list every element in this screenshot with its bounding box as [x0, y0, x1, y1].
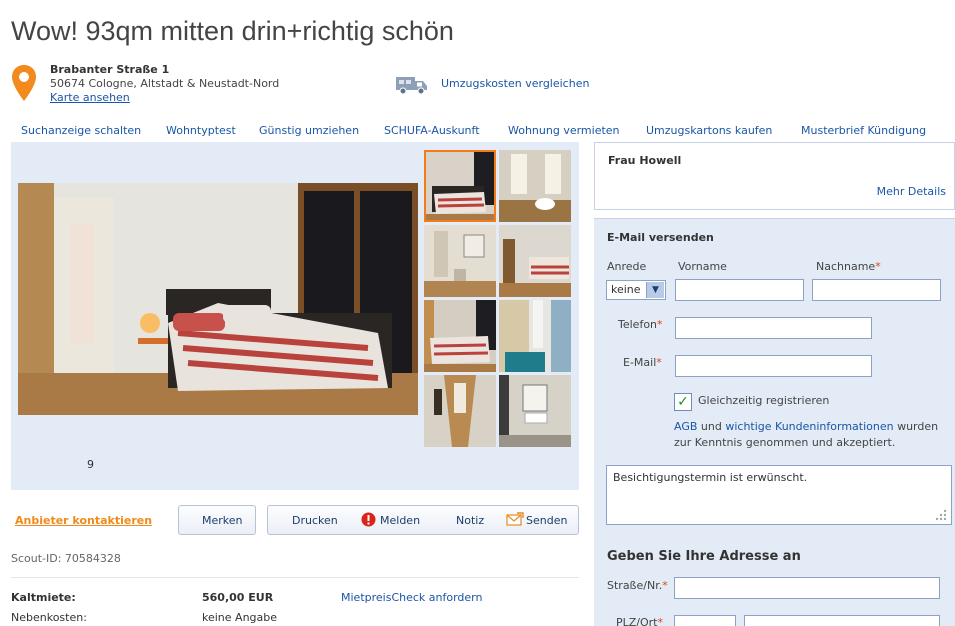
email-input[interactable]	[675, 355, 872, 377]
warning-icon	[361, 512, 376, 527]
thumbnail-3[interactable]	[424, 225, 496, 297]
contact-landlord-link[interactable]: Anbieter kontaktieren	[15, 514, 152, 527]
vorname-label: Vorname	[678, 260, 727, 273]
send-mail-icon	[506, 512, 524, 526]
chevron-down-icon: ▼	[646, 282, 664, 298]
thumbnail-1[interactable]	[424, 150, 496, 222]
terms-text-2: zur Kenntnis genommen und akzeptiert.	[674, 436, 896, 449]
email-label: E-Mail*	[623, 356, 662, 369]
more-details-link[interactable]: Mehr Details	[877, 185, 946, 198]
message-text: Besichtigungstermin ist erwünscht.	[613, 471, 808, 484]
kundeninfo-link[interactable]: wichtige Kundeninformationen	[725, 420, 893, 433]
location-pin-icon	[12, 65, 36, 101]
merken-button[interactable]: Merken	[202, 514, 243, 527]
street-input[interactable]	[674, 577, 940, 599]
melden-button[interactable]: Melden	[380, 514, 420, 527]
resize-grip-icon[interactable]	[935, 509, 947, 521]
plz-input[interactable]	[674, 615, 736, 626]
map-link[interactable]: Karte ansehen	[50, 91, 279, 105]
nav-item-suchanzeige[interactable]: Suchanzeige schalten	[21, 124, 141, 137]
nav-item-schufa[interactable]: SCHUFA-Auskunft	[384, 124, 480, 137]
anrede-select[interactable]: keine ▼	[606, 280, 666, 300]
thumbnail-6[interactable]	[499, 300, 571, 372]
city-input[interactable]	[744, 615, 940, 626]
vorname-input[interactable]	[675, 279, 804, 301]
agent-box: Frau Howell Mehr Details	[594, 142, 955, 210]
terms-text: AGB und wichtige Kundeninformationen wur…	[674, 420, 939, 433]
drucken-button[interactable]: Drucken	[292, 514, 338, 527]
message-textarea[interactable]: Besichtigungstermin ist erwünscht.	[606, 465, 952, 525]
contact-form: E-Mail versenden Anrede Vorname Nachname…	[594, 218, 955, 626]
move-costs-link[interactable]: Umzugskosten vergleichen	[441, 77, 589, 90]
thumbnail-4[interactable]	[499, 225, 571, 297]
rent-value: 560,00 EUR	[202, 591, 274, 604]
mietpreis-check-link[interactable]: MietpreisCheck anfordern	[341, 591, 482, 604]
plz-label: PLZ/Ort*	[616, 616, 663, 626]
notiz-button[interactable]: Notiz	[456, 514, 484, 527]
nav-item-musterbrief[interactable]: Musterbrief Kündigung	[801, 124, 926, 137]
top-nav: Suchanzeige schalten Wohntyptest Günstig…	[0, 124, 955, 140]
nav-item-vermieten[interactable]: Wohnung vermieten	[508, 124, 620, 137]
register-label: Gleichzeitig registrieren	[698, 394, 830, 407]
photo-gallery: 9	[11, 142, 579, 490]
address-city: 50674 Cologne, Altstadt & Neustadt-Nord	[50, 77, 280, 90]
agb-link[interactable]: AGB	[674, 420, 697, 433]
nav-item-umziehen[interactable]: Günstig umziehen	[259, 124, 359, 137]
nachname-label: Nachname*	[816, 260, 881, 273]
moving-truck-icon[interactable]	[395, 74, 429, 96]
scout-id: Scout-ID: 70584328	[11, 552, 121, 565]
thumbnail-8[interactable]	[499, 375, 571, 447]
senden-button[interactable]: Senden	[526, 514, 567, 527]
telefon-label: Telefon*	[618, 318, 663, 331]
page-title: Wow! 93qm mitten drin+richtig schön	[11, 16, 454, 46]
street-label: Straße/Nr.*	[607, 579, 668, 592]
nav-item-wohntyptest[interactable]: Wohntyptest	[166, 124, 236, 137]
telefon-input[interactable]	[675, 317, 872, 339]
anrede-label: Anrede	[607, 260, 647, 273]
thumbnail-2[interactable]	[499, 150, 571, 222]
divider	[11, 577, 579, 578]
address-block: Brabanter Straße 1 50674 Cologne, Altsta…	[50, 63, 279, 105]
main-photo[interactable]	[18, 183, 418, 415]
address-street: Brabanter Straße 1	[50, 63, 170, 76]
address-heading: Geben Sie Ihre Adresse an	[607, 549, 801, 564]
agent-name: Frau Howell	[608, 154, 682, 167]
extra-costs-value: keine Angabe	[202, 611, 278, 624]
thumbnail-5[interactable]	[424, 300, 496, 372]
thumbnail-7[interactable]	[424, 375, 496, 447]
photo-count: 9	[87, 458, 94, 471]
extra-costs-label: Nebenkosten:	[11, 611, 87, 624]
form-heading: E-Mail versenden	[607, 231, 714, 244]
nachname-input[interactable]	[812, 279, 941, 301]
rent-label: Kaltmiete:	[11, 591, 76, 604]
register-checkbox[interactable]: ✓	[674, 393, 692, 411]
anrede-value: keine	[611, 283, 641, 296]
nav-item-umzugskartons[interactable]: Umzugskartons kaufen	[646, 124, 772, 137]
